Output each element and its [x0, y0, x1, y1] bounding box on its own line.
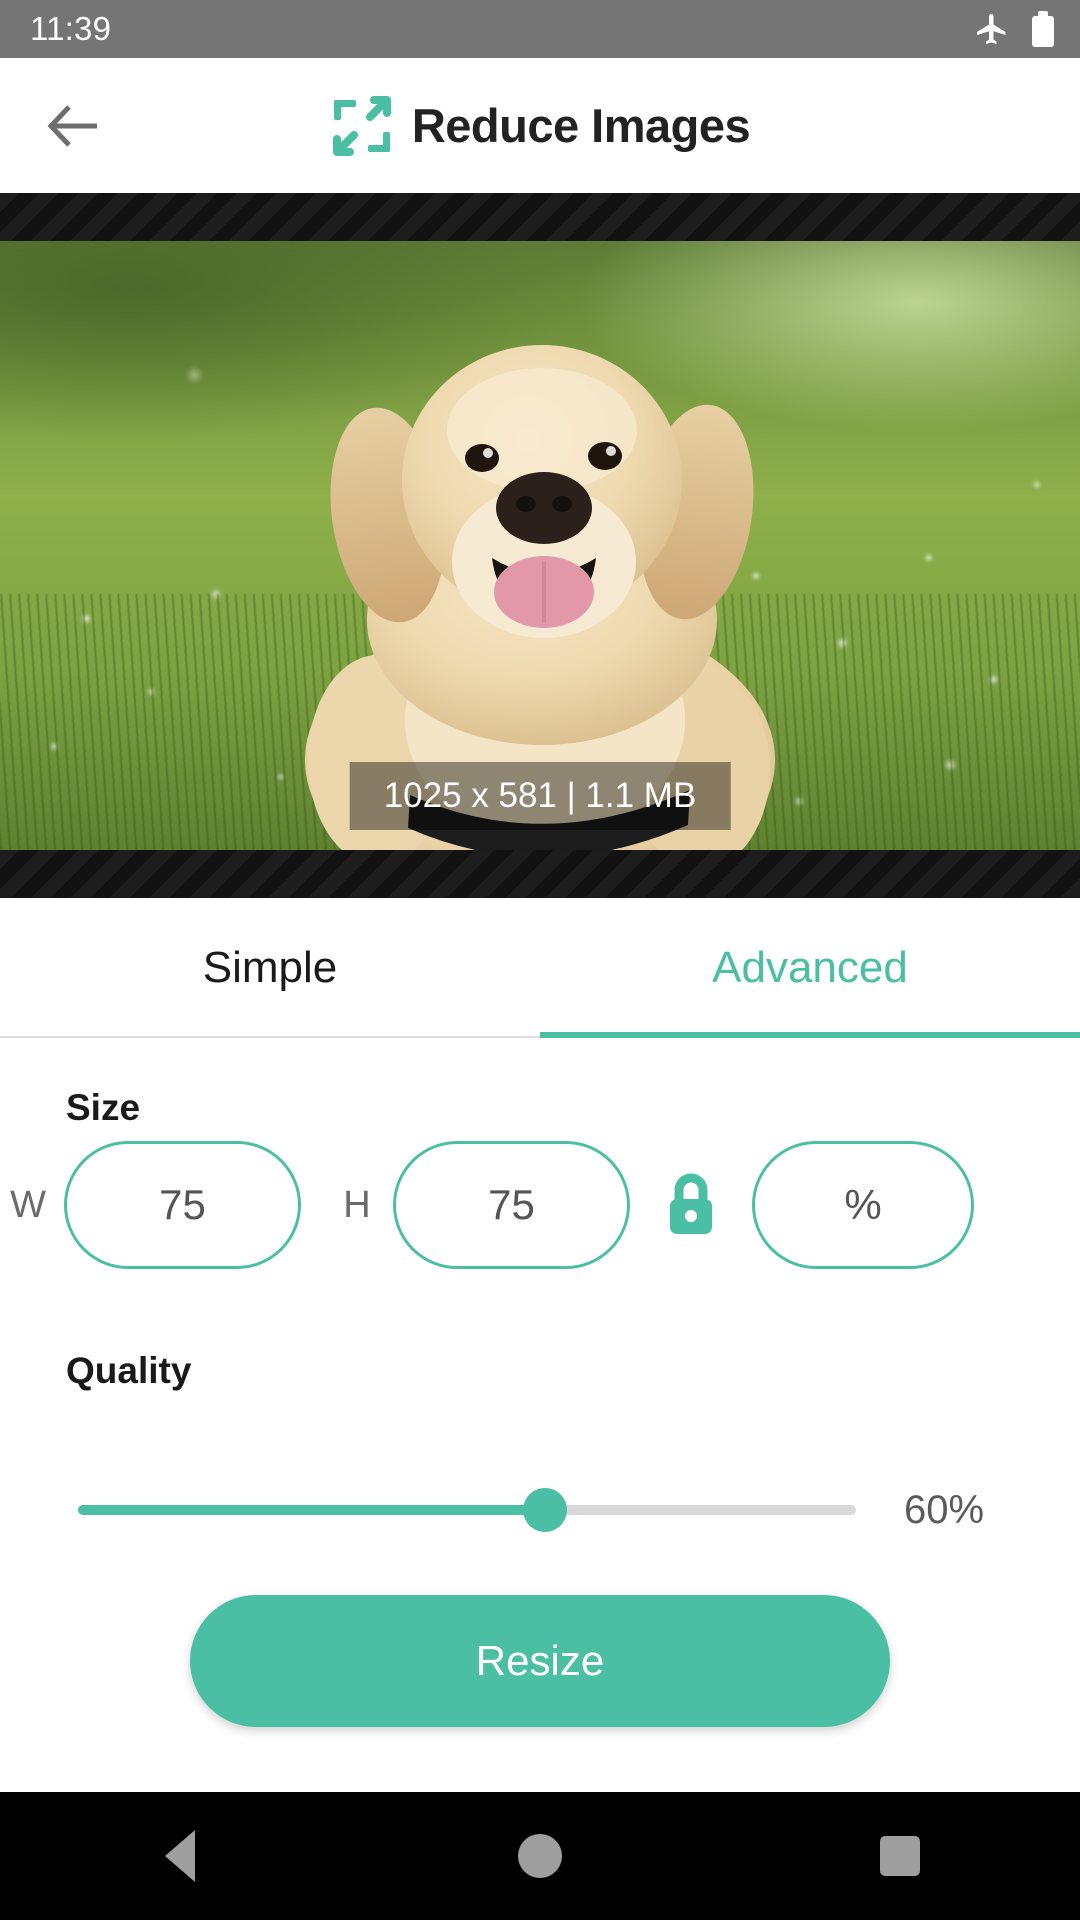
arrow-left-icon	[47, 104, 97, 147]
nav-back-icon	[165, 1830, 195, 1882]
app-title: Reduce Images	[411, 99, 751, 152]
nav-back-button[interactable]	[125, 1801, 235, 1911]
status-bar: 11:39	[0, 0, 1080, 58]
tabs-divider	[0, 1036, 540, 1038]
app-bar: Reduce Images	[0, 58, 1080, 193]
reduce-images-logo-icon	[332, 95, 391, 156]
size-section-heading: Size	[66, 1087, 141, 1128]
tab-active-indicator	[540, 1032, 1080, 1038]
image-preview[interactable]: 1025 x 581 | 1.1 MB	[0, 193, 1080, 898]
height-label: H	[343, 1183, 371, 1226]
preview-photo: 1025 x 581 | 1.1 MB	[0, 241, 1080, 850]
height-input-value: 75	[488, 1181, 535, 1228]
image-info-caption: 1025 x 581 | 1.1 MB	[349, 762, 731, 830]
quality-slider-thumb[interactable]	[522, 1488, 567, 1532]
nav-recents-icon	[880, 1836, 920, 1876]
unit-selector-value: %	[844, 1181, 882, 1228]
quality-slider-fill	[78, 1505, 545, 1515]
tab-advanced-label: Advanced	[712, 943, 908, 992]
app-brand: Reduce Images	[0, 94, 1080, 158]
unit-selector[interactable]: %	[752, 1141, 974, 1269]
nav-home-icon	[518, 1834, 562, 1878]
status-bar-time: 11:39	[30, 10, 112, 47]
size-controls-row: W 75 H 75 %	[0, 1140, 1080, 1270]
aspect-ratio-lock-button[interactable]	[662, 1168, 720, 1242]
letterbox-stripes-top	[0, 193, 1080, 241]
height-input[interactable]: 75	[393, 1141, 630, 1269]
tab-simple[interactable]: Simple	[0, 898, 540, 1038]
width-input[interactable]: 75	[64, 1141, 301, 1269]
back-button[interactable]	[26, 78, 122, 174]
mode-tabs: Simple Advanced	[0, 898, 1080, 1038]
quality-section-heading: Quality	[66, 1350, 192, 1391]
quality-value-label: 60%	[904, 1487, 985, 1532]
nav-recents-button[interactable]	[845, 1801, 955, 1911]
nav-home-button[interactable]	[485, 1801, 595, 1911]
battery-full-icon	[1032, 11, 1054, 47]
letterbox-stripes-bottom	[0, 850, 1080, 898]
tab-simple-label: Simple	[202, 943, 338, 992]
tab-advanced[interactable]: Advanced	[540, 898, 1080, 1038]
quality-slider[interactable]	[78, 1488, 856, 1532]
airplane-mode-icon	[974, 11, 1010, 47]
android-nav-bar	[0, 1792, 1080, 1920]
lock-closed-icon	[670, 1173, 712, 1234]
width-label: W	[10, 1183, 46, 1226]
quality-slider-row: 60%	[0, 1478, 1080, 1542]
resize-button[interactable]: Resize	[190, 1595, 890, 1727]
width-input-value: 75	[159, 1181, 206, 1228]
status-bar-icons	[974, 11, 1054, 47]
